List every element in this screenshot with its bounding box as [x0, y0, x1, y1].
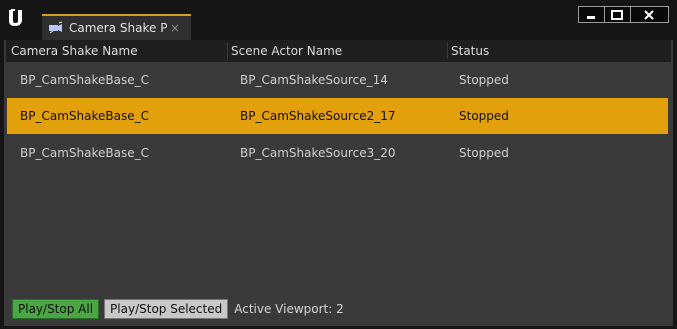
- minimize-icon: [587, 15, 596, 19]
- scene-actor-name-cell: BP_CamShakeSource2_17: [240, 109, 396, 123]
- camera-shake-panel: Camera Shake Name Scene Actor Name Statu…: [4, 40, 673, 326]
- column-header-status[interactable]: Status: [451, 44, 489, 58]
- unreal-logo-icon: [4, 6, 28, 30]
- minimize-button[interactable]: [579, 7, 605, 22]
- maximize-button[interactable]: [605, 7, 631, 22]
- play-stop-selected-button[interactable]: Play/Stop Selected: [104, 299, 229, 319]
- tab-close-icon[interactable]: ×: [170, 21, 180, 35]
- play-stop-all-button[interactable]: Play/Stop All: [12, 299, 100, 319]
- window-controls: [578, 6, 669, 23]
- table-row[interactable]: BP_CamShakeBase_C BP_CamShakeSource3_20 …: [7, 135, 668, 171]
- column-header-scene-actor-name[interactable]: Scene Actor Name: [231, 44, 342, 58]
- scene-actor-name-cell: BP_CamShakeSource3_20: [240, 146, 396, 160]
- table-row[interactable]: BP_CamShakeBase_C BP_CamShakeSource_14 S…: [7, 62, 668, 98]
- column-divider[interactable]: [227, 43, 228, 59]
- column-divider[interactable]: [447, 43, 448, 59]
- close-button[interactable]: [631, 7, 668, 22]
- table-header: Camera Shake Name Scene Actor Name Statu…: [6, 40, 671, 62]
- tab-label: Camera Shake Pre: [69, 21, 167, 35]
- tab-camera-shake-preview[interactable]: Camera Shake Pre ×: [42, 14, 191, 40]
- status-cell: Stopped: [459, 73, 509, 87]
- scene-actor-name-cell: BP_CamShakeSource_14: [240, 73, 388, 87]
- table-row-selected[interactable]: BP_CamShakeBase_C BP_CamShakeSource2_17 …: [7, 98, 668, 134]
- camera-shake-name-cell: BP_CamShakeBase_C: [20, 109, 149, 123]
- column-header-camera-shake-name[interactable]: Camera Shake Name: [11, 44, 138, 58]
- status-cell: Stopped: [459, 109, 509, 123]
- camera-shake-icon: [48, 21, 64, 35]
- footer-toolbar: Play/Stop All Play/Stop Selected Active …: [12, 298, 344, 320]
- camera-shake-name-cell: BP_CamShakeBase_C: [20, 73, 149, 87]
- status-cell: Stopped: [459, 146, 509, 160]
- camera-shake-name-cell: BP_CamShakeBase_C: [20, 146, 149, 160]
- active-viewport-label: Active Viewport: 2: [234, 302, 344, 316]
- camera-shake-preview-window: Camera Shake Pre × Camera Shake Name Sce…: [0, 0, 677, 329]
- maximize-icon: [611, 9, 624, 20]
- close-icon: [644, 9, 655, 20]
